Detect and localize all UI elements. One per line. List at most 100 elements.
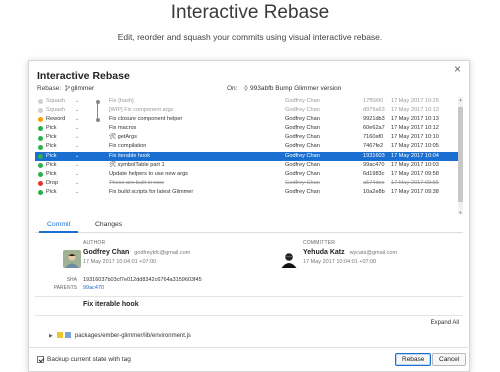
- committer-name: Yehuda Katz wycats@gmail.com: [303, 249, 398, 256]
- divider: [35, 296, 463, 297]
- graph-node-icon: [93, 106, 103, 116]
- commit-author: Godfrey Chan: [285, 134, 320, 141]
- on-commit-text: 993abfb Bump Glimmer version: [250, 85, 342, 92]
- on-commit[interactable]: 993abfb Bump Glimmer version: [243, 85, 341, 92]
- chevron-down-icon[interactable]: ⌄: [75, 124, 79, 133]
- action-dropdown[interactable]: Pick: [46, 124, 57, 133]
- commit-message: Fix macros: [109, 125, 137, 132]
- chevron-down-icon[interactable]: ⌄: [75, 188, 79, 197]
- commit-message: Update helpers to use new args: [109, 170, 188, 177]
- scroll-up-icon[interactable]: ▲: [458, 97, 463, 102]
- commit-date: 17 May 2017 09:55: [391, 179, 439, 186]
- cancel-button[interactable]: Cancel: [432, 353, 467, 366]
- chevron-down-icon[interactable]: ⌄: [75, 170, 79, 179]
- chevron-down-icon[interactable]: ⌄: [75, 152, 79, 161]
- graph-node-icon: [93, 97, 103, 107]
- author-name: Godfrey Chan godfreykfc@gmail.com: [83, 249, 191, 256]
- action-dropdown[interactable]: Pick: [46, 133, 57, 142]
- chevron-down-icon[interactable]: ⌄: [75, 179, 79, 188]
- commit-detail: AUTHOR Godfrey Chan godfreykfc@gmail.com…: [35, 234, 463, 344]
- commit-row[interactable]: Reword ⌄ Fix closure component helper Godfr…: [35, 115, 463, 124]
- changed-file-row[interactable]: ▶ packages/ember-glimmer/lib/environment.…: [49, 332, 191, 339]
- backup-checkbox[interactable]: [37, 356, 44, 363]
- tab-changes[interactable]: Changes: [87, 219, 130, 233]
- chevron-down-icon[interactable]: ⌄: [75, 97, 79, 106]
- commit-author: Godfrey Chan: [285, 107, 320, 114]
- branch-selector[interactable]: glimmer: [65, 84, 95, 92]
- action-dropdown[interactable]: Drop: [46, 179, 58, 188]
- graph-node-icon: [93, 124, 103, 133]
- commit-message: These are built-in now: [109, 179, 165, 186]
- action-dropdown[interactable]: Pick: [46, 142, 57, 151]
- chevron-down-icon[interactable]: ⌄: [75, 133, 79, 142]
- commit-row[interactable]: Pick ⌄ 🛠 getArgs Godfrey Chan 7160af0 17 May …: [35, 133, 463, 142]
- chevron-down-icon[interactable]: ⌄: [75, 106, 79, 115]
- rebase-meta-row: Rebase: glimmer On: 993abfb Bump Glimmer…: [37, 84, 457, 95]
- author-email: godfreykfc@gmail.com: [134, 250, 191, 256]
- commit-author: Godfrey Chan: [285, 188, 320, 195]
- commit-row[interactable]: Pick ⌄ Fix build scripts for latest Glimme…: [35, 188, 463, 197]
- commit-date: 17 May 2017 09:58: [391, 170, 439, 177]
- js-file-icon: [56, 332, 63, 338]
- commit-sha: 9921db3: [363, 116, 385, 123]
- action-status-dot: [38, 190, 43, 196]
- action-status-dot: [38, 126, 43, 132]
- scrollbar-thumb[interactable]: [458, 107, 463, 202]
- commit-row[interactable]: Pick ⌄ Fix iterable hook Godfrey Chan 193160…: [35, 151, 463, 161]
- commit-sha: d979a63: [363, 107, 385, 114]
- sha-value[interactable]: 19316037b03cf7e012dd8342c6764a3159603f45: [83, 277, 202, 283]
- commit-sha: 7160af0: [363, 134, 384, 141]
- close-icon[interactable]: ×: [454, 62, 461, 76]
- commit-message: Fix build scripts for latest Glimmer: [109, 188, 194, 195]
- action-dropdown[interactable]: Squash: [46, 97, 65, 106]
- chevron-down-icon[interactable]: ⌄: [75, 115, 79, 124]
- commit-sha: 17f5990: [363, 98, 384, 104]
- commit-list-scrollbar[interactable]: ▲ ▼: [458, 97, 463, 215]
- action-dropdown[interactable]: Pick: [46, 152, 57, 161]
- parent-link[interactable]: 99ac470: [83, 285, 104, 291]
- action-status-dot: [38, 99, 43, 105]
- branch-name: glimmer: [71, 85, 95, 92]
- commit-row[interactable]: Pick ⌄ Fix compilation Godfrey Chan 7467fe2 1…: [35, 142, 463, 151]
- parents-label: PARENTS: [53, 285, 77, 291]
- action-dropdown[interactable]: Reword: [46, 115, 65, 124]
- tab-commit[interactable]: Commit: [39, 219, 79, 233]
- detail-tabs: Commit Changes: [35, 217, 463, 233]
- author-date: 17 May 2017 10:04:01 +07:00: [83, 259, 157, 265]
- chevron-down-icon[interactable]: ⌄: [75, 161, 79, 170]
- graph-node-icon: [93, 133, 103, 142]
- expand-triangle-icon[interactable]: ▶: [49, 333, 53, 339]
- scroll-down-icon[interactable]: ▼: [458, 210, 463, 215]
- commit-row[interactable]: Pick ⌄ Fix macros Godfrey Chan 60e62a7 17 May…: [35, 124, 463, 133]
- commit-sha: a574dec: [363, 179, 385, 186]
- divider: [35, 315, 463, 316]
- commit-list[interactable]: Squash ⌄ Fix {hash} Godfrey Chan 17f5990 17 M…: [35, 97, 463, 215]
- commit-row[interactable]: Squash ⌄ [WIP] Fix component args Godfrey C…: [35, 106, 463, 116]
- action-status-dot: [38, 144, 43, 150]
- commit-row[interactable]: Drop ⌄ These are built-in now Godfrey Chan a…: [35, 179, 463, 188]
- commit-date: 17 May 2017 10:13: [391, 107, 439, 114]
- commit-date: 17 May 2017 10:05: [391, 143, 439, 150]
- action-dropdown[interactable]: Pick: [46, 161, 57, 170]
- commit-date: 17 May 2017 10:10: [391, 134, 439, 141]
- expand-all-button[interactable]: Expand All: [431, 320, 459, 326]
- dialog-title: Interactive Rebase: [37, 70, 130, 82]
- commit-sha: 10a2e8b: [363, 188, 385, 195]
- hero-subtitle: Edit, reorder and squash your commits us…: [117, 32, 383, 42]
- action-dropdown[interactable]: Pick: [46, 188, 57, 197]
- commit-row[interactable]: Squash ⌄ Fix {hash} Godfrey Chan 17f5990 17 M…: [35, 97, 463, 107]
- commit-author: Godfrey Chan: [285, 143, 320, 150]
- commit-date: 17 May 2017 10:03: [391, 161, 439, 168]
- commit-row[interactable]: Pick ⌄ 🛠 symbolTable part 1 Godfrey Chan 99a…: [35, 161, 463, 170]
- commit-date: 17 May 2017 10:12: [391, 125, 439, 132]
- author-heading: AUTHOR: [83, 240, 106, 246]
- commit-date: 17 May 2017 09:38: [391, 188, 439, 195]
- commit-row[interactable]: Pick ⌄ Update helpers to use new args Godfr…: [35, 170, 463, 179]
- graph-node-icon: [93, 161, 103, 170]
- rebase-button[interactable]: Rebase: [395, 353, 432, 366]
- action-dropdown[interactable]: Squash: [46, 106, 65, 115]
- action-dropdown[interactable]: Pick: [46, 170, 57, 179]
- chevron-down-icon[interactable]: ⌄: [75, 142, 79, 151]
- author-avatar: [63, 250, 81, 268]
- action-status-dot: [38, 162, 43, 168]
